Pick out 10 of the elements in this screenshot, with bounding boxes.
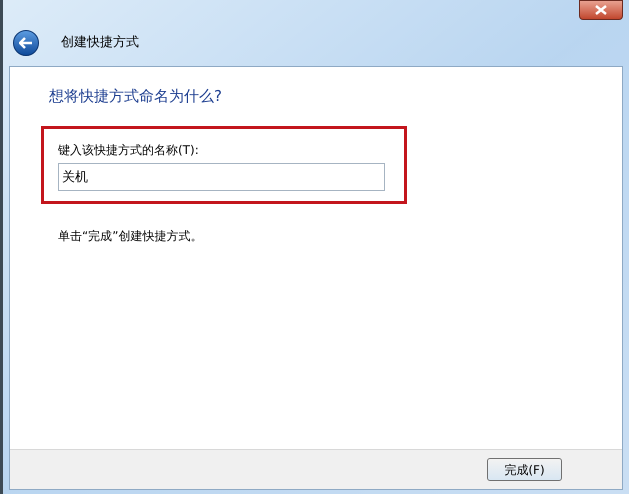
page-heading: 想将快捷方式命名为什么? bbox=[49, 86, 222, 107]
close-icon bbox=[595, 5, 607, 15]
finish-button[interactable]: 完成(F) bbox=[487, 458, 562, 481]
back-button[interactable] bbox=[13, 30, 39, 56]
back-arrow-icon bbox=[19, 37, 33, 49]
hint-text: 单击“完成”创建快捷方式。 bbox=[58, 228, 202, 244]
field-label: 键入该快捷方式的名称(T): bbox=[58, 142, 199, 158]
name-input-field[interactable]: 关机 bbox=[58, 162, 385, 190]
close-button[interactable] bbox=[579, 0, 623, 20]
window-title: 创建快捷方式 bbox=[61, 34, 139, 52]
